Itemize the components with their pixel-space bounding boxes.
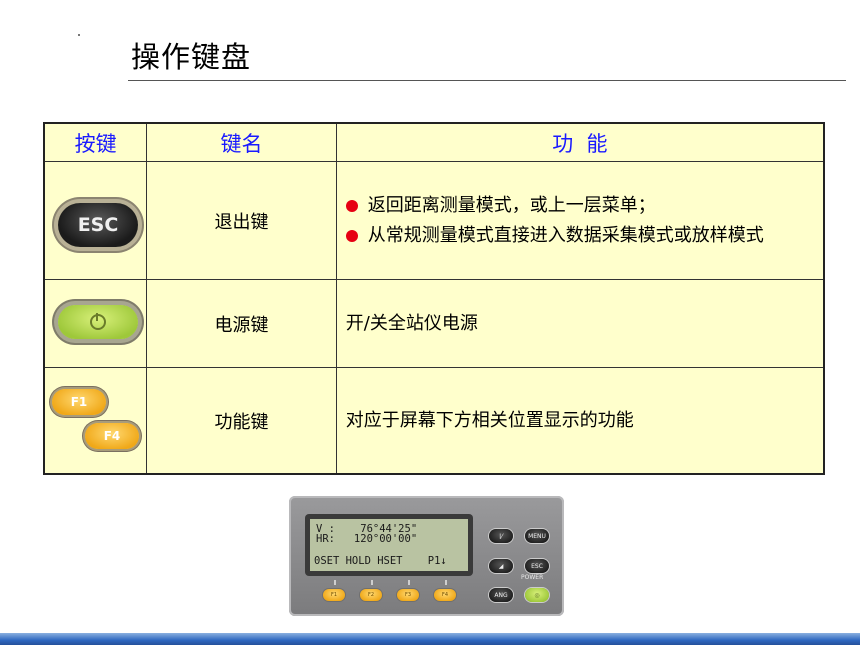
decorative-dot — [78, 34, 80, 36]
header-function: 功 能 — [335, 122, 825, 163]
power-label: POWER — [521, 574, 544, 581]
bottom-bar — [0, 633, 860, 645]
header-function-label: 功 能 — [552, 131, 608, 156]
f3-button-label: F3 — [404, 592, 412, 598]
menu-button-label: MENU — [528, 532, 546, 540]
f2-button-label: F2 — [367, 592, 375, 598]
power-button[interactable]: ◎ — [525, 588, 549, 602]
table-row: F1 F4 功能键 对应于屏幕下方相关位置显示的功能 — [43, 367, 825, 475]
header-name: 键名 — [146, 122, 337, 163]
arrow-up-icon — [408, 580, 410, 585]
arrow-up-icon — [334, 580, 336, 585]
key-name: 功能键 — [146, 367, 337, 475]
table-header-row: 按键 键名 功 能 — [43, 122, 825, 163]
esc-button[interactable]: ESC — [525, 559, 549, 573]
bullet-icon — [345, 199, 358, 212]
distance-icon: ◢ — [498, 562, 504, 570]
screen-line-2: HR: 120°00'00" — [316, 533, 418, 545]
power-symbol-icon — [90, 313, 106, 331]
distance-button[interactable]: ◢ — [489, 559, 513, 573]
menu-button[interactable]: MENU — [525, 529, 549, 543]
keyboard-table: 按键 键名 功 能 ESC 退出键 返回距离测量模式，或上一层菜单； 从常规测量… — [43, 122, 825, 475]
esc-key-label: ESC — [77, 214, 119, 237]
f4-key-label: F4 — [103, 429, 121, 444]
key-name: 退出键 — [146, 161, 337, 281]
key-cell — [43, 279, 148, 369]
total-station-panel: V : 76°44'25" HR: 120°00'00" 0SET HOLD H… — [289, 496, 564, 616]
title-divider — [128, 80, 846, 81]
power-icon: ◎ — [534, 591, 540, 599]
bullet-icon — [345, 229, 358, 242]
key-cell: F1 F4 — [43, 367, 148, 475]
f1-button[interactable]: F1 — [323, 589, 345, 601]
table-row: ESC 退出键 返回距离测量模式，或上一层菜单； 从常规测量模式直接进入数据采集… — [43, 161, 825, 281]
f4-key-icon: F4 — [85, 423, 139, 450]
key-cell: ESC — [43, 161, 148, 281]
esc-key-icon: ESC — [58, 203, 138, 248]
function-text: 返回距离测量模式，或上一层菜单； — [367, 194, 656, 216]
slide-title: 操作键盘 — [131, 40, 252, 74]
coordinate-button[interactable]: ⌊⁄ — [489, 529, 513, 543]
f1-key-label: F1 — [70, 395, 88, 410]
esc-button-label: ESC — [531, 562, 543, 570]
f1-key-icon: F1 — [52, 389, 106, 416]
ang-button-label: ANG — [494, 591, 508, 599]
ang-button[interactable]: ANG — [489, 588, 513, 602]
power-key-icon — [58, 305, 138, 340]
function-text: 从常规测量模式直接进入数据采集模式或放样模式 — [367, 224, 764, 246]
key-name: 电源键 — [146, 279, 337, 369]
screen-line-3: 0SET HOLD HSET P1↓ — [314, 555, 447, 567]
f2-button[interactable]: F2 — [360, 589, 382, 601]
key-function: 开/关全站仪电源 — [335, 279, 825, 369]
f4-button-label: F4 — [441, 592, 449, 598]
list-item: 从常规测量模式直接进入数据采集模式或放样模式 — [345, 223, 823, 249]
list-item: 返回距离测量模式，或上一层菜单； — [345, 193, 823, 219]
lcd-screen: V : 76°44'25" HR: 120°00'00" 0SET HOLD H… — [310, 519, 468, 571]
coordinate-icon: ⌊⁄ — [499, 532, 503, 540]
table-row: 电源键 开/关全站仪电源 — [43, 279, 825, 369]
f3-button[interactable]: F3 — [397, 589, 419, 601]
f4-button[interactable]: F4 — [434, 589, 456, 601]
key-function: 返回距离测量模式，或上一层菜单； 从常规测量模式直接进入数据采集模式或放样模式 — [335, 161, 825, 281]
key-function: 对应于屏幕下方相关位置显示的功能 — [335, 367, 825, 475]
arrow-up-icon — [371, 580, 373, 585]
header-key: 按键 — [43, 122, 148, 163]
arrow-up-icon — [445, 580, 447, 585]
f1-button-label: F1 — [330, 592, 338, 598]
screen-bezel: V : 76°44'25" HR: 120°00'00" 0SET HOLD H… — [305, 514, 473, 576]
